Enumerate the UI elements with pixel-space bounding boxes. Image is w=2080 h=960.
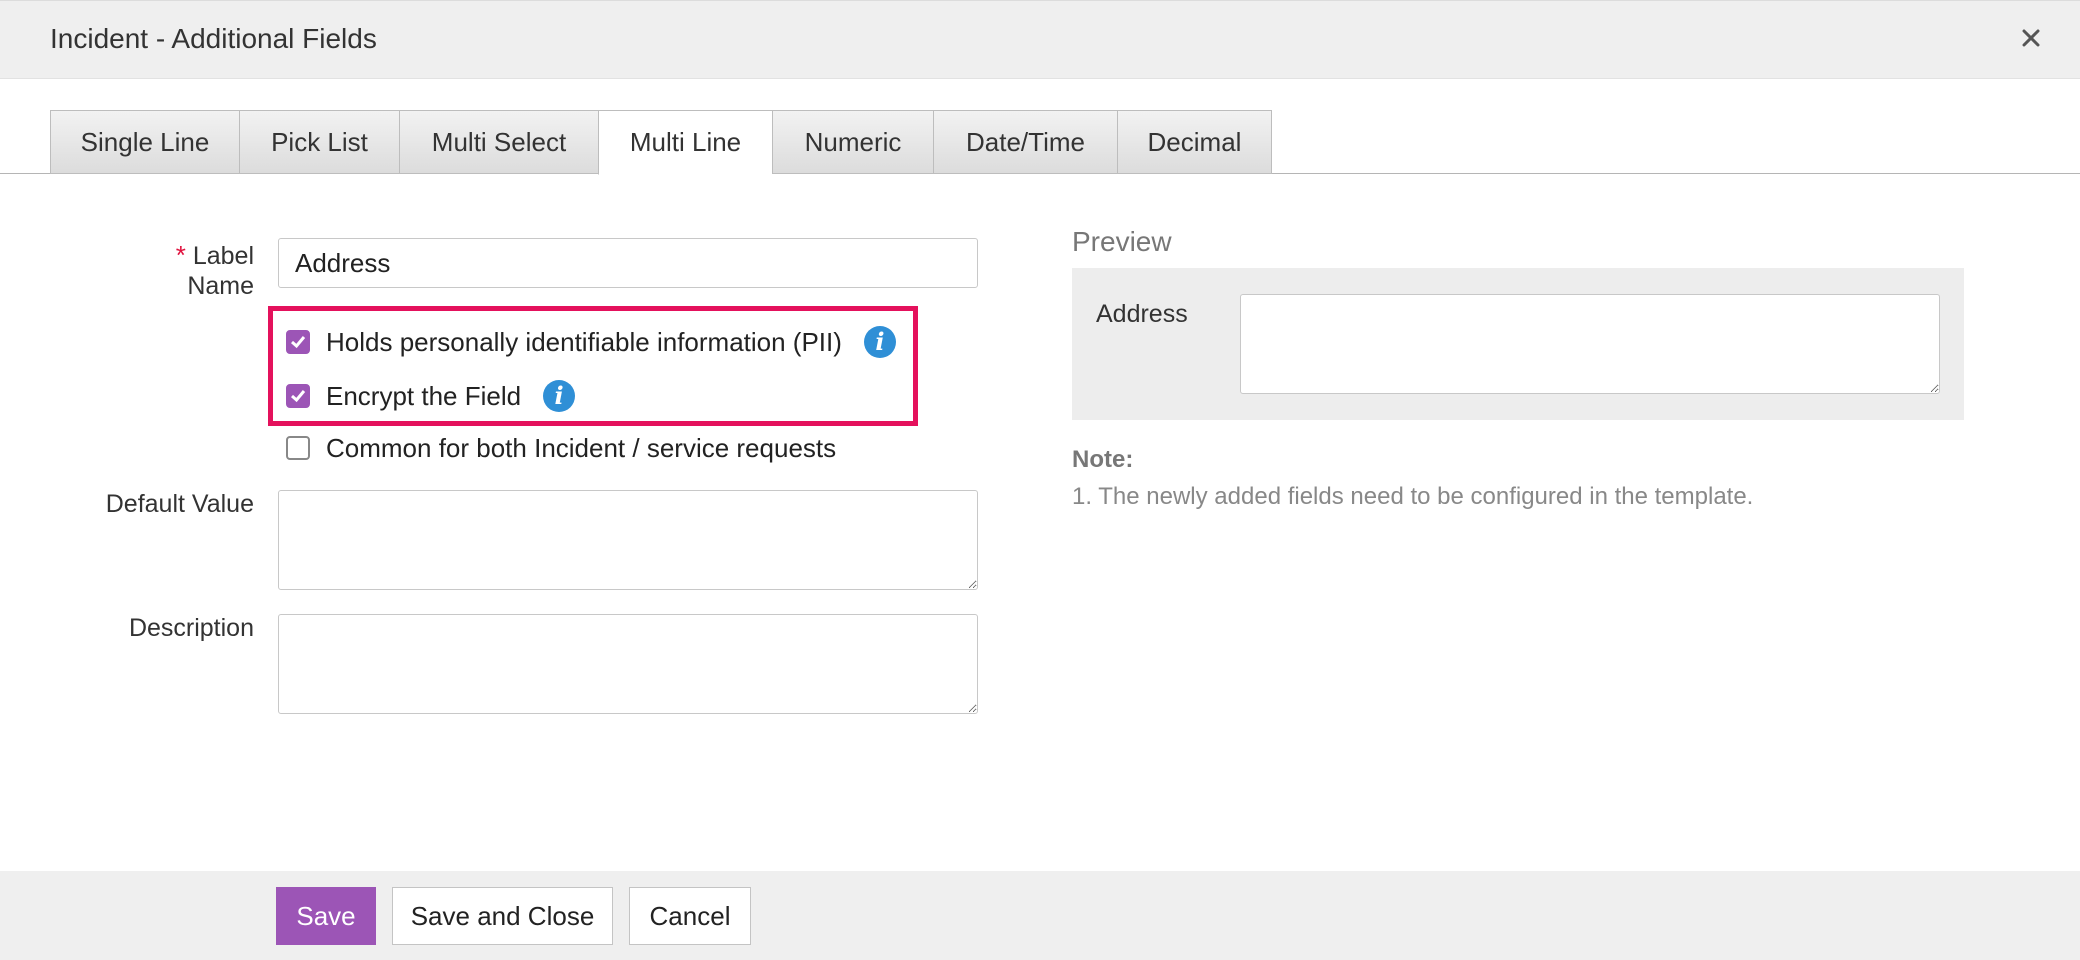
- dialog-title: Incident - Additional Fields: [50, 23, 377, 54]
- encrypt-checkbox-label: Encrypt the Field: [326, 380, 522, 411]
- label-name-line2: Name: [187, 272, 254, 300]
- description-label: Description: [128, 614, 254, 642]
- checkmark-icon: [291, 390, 306, 403]
- common-checkbox[interactable]: [286, 436, 310, 460]
- info-icon[interactable]: i: [863, 326, 896, 358]
- checkmark-icon: [291, 336, 306, 349]
- close-icon[interactable]: [2016, 23, 2046, 53]
- field-type-tabs: Single Line Pick List Multi Select Multi…: [50, 110, 1272, 175]
- encrypt-checkbox-row: Encrypt the Field i: [286, 378, 576, 414]
- tab-multi-line[interactable]: Multi Line: [598, 110, 772, 175]
- common-checkbox-row: Common for both Incident / service reque…: [286, 430, 836, 466]
- preview-textarea[interactable]: [1240, 294, 1940, 394]
- required-marker: *: [175, 240, 186, 270]
- tab-decimal[interactable]: Decimal: [1117, 110, 1272, 174]
- info-icon[interactable]: i: [543, 380, 576, 412]
- default-value-textarea[interactable]: [278, 490, 978, 590]
- note-title: Note:: [1072, 446, 1134, 473]
- encrypt-checkbox[interactable]: [286, 384, 310, 408]
- cancel-button[interactable]: Cancel: [629, 887, 751, 945]
- label-name-input[interactable]: [278, 238, 978, 288]
- tab-pick-list[interactable]: Pick List: [239, 110, 399, 174]
- common-checkbox-label: Common for both Incident / service reque…: [326, 432, 837, 463]
- preview-field-label: Address: [1096, 300, 1188, 328]
- tab-single-line[interactable]: Single Line: [50, 110, 239, 174]
- default-value-label: Default Value: [105, 490, 254, 518]
- pii-checkbox-row: Holds personally identifiable informatio…: [286, 324, 896, 360]
- preview-title: Preview: [1072, 226, 1172, 257]
- dialog-header: Incident - Additional Fields: [0, 0, 2080, 79]
- save-button[interactable]: Save: [276, 887, 376, 945]
- tab-multi-select[interactable]: Multi Select: [399, 110, 598, 174]
- note-text: 1. The newly added fields need to be con…: [1072, 483, 1754, 510]
- pii-checkbox-label: Holds personally identifiable informatio…: [326, 326, 842, 357]
- save-and-close-button[interactable]: Save and Close: [392, 887, 613, 945]
- pii-checkbox[interactable]: [286, 330, 310, 354]
- label-name-label: * Label Name: [150, 240, 254, 301]
- tab-numeric[interactable]: Numeric: [772, 110, 933, 174]
- label-name-line1: Label: [192, 242, 254, 270]
- tab-date-time[interactable]: Date/Time: [933, 110, 1117, 174]
- description-textarea[interactable]: [278, 614, 978, 714]
